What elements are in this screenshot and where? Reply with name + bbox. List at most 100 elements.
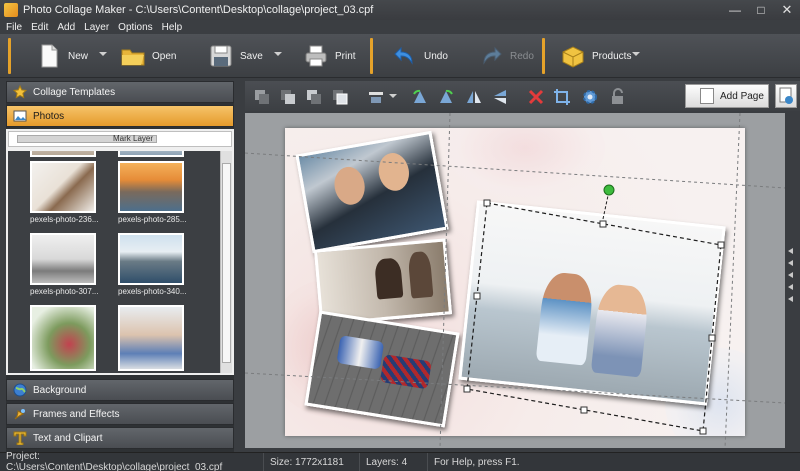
menu-help[interactable]: Help: [162, 22, 183, 33]
frames-effects-header[interactable]: Frames and Effects: [6, 403, 234, 425]
photo-figure: [336, 335, 385, 370]
rotate-left-icon[interactable]: [411, 88, 429, 106]
photos-icon: [13, 110, 27, 122]
photos-header[interactable]: Photos: [6, 105, 234, 127]
arrow-left-icon[interactable]: [788, 248, 793, 254]
collage-templates-header[interactable]: Collage Templates: [6, 81, 234, 103]
open-button[interactable]: Open: [120, 40, 176, 72]
toolbar-separator: [8, 38, 11, 74]
add-page-icon: [700, 88, 714, 104]
status-size: Size: 1772x1181: [264, 452, 360, 471]
redo-label: Redo: [510, 50, 534, 62]
new-dropdown-arrow[interactable]: [99, 52, 107, 56]
close-button[interactable]: ✕: [774, 0, 800, 20]
photo-figure: [379, 354, 432, 390]
new-document-icon: [41, 44, 58, 68]
undo-icon: [394, 46, 413, 65]
text-clipart-label: Text and Clipart: [33, 432, 103, 444]
photo-figure: [407, 250, 434, 299]
collage-workspace[interactable]: [245, 113, 785, 448]
status-bar: Project: C:\Users\Content\Desktop\collag…: [0, 451, 800, 471]
photos-label: Photos: [33, 110, 65, 122]
thumbnail-item[interactable]: pexels-photo-307...: [30, 233, 100, 296]
arrow-left-icon[interactable]: [788, 272, 793, 278]
align-icon[interactable]: [367, 88, 385, 106]
left-panel: Collage Templates Photos Mark Layer pexe…: [6, 81, 234, 453]
products-button[interactable]: Products: [560, 40, 631, 72]
save-label: Save: [240, 50, 263, 62]
delete-icon[interactable]: [527, 88, 545, 106]
status-help: For Help, press F1.: [434, 456, 520, 468]
thumbnail-top-right-partial[interactable]: [118, 151, 188, 157]
open-label: Open: [152, 50, 177, 62]
add-page-button[interactable]: Add Page: [685, 84, 769, 108]
photo-face: [375, 150, 412, 194]
thumbnail-item[interactable]: [118, 305, 188, 371]
bring-forward-icon[interactable]: [279, 88, 297, 106]
settings-gear-icon[interactable]: [581, 88, 599, 106]
send-backward-icon[interactable]: [305, 88, 323, 106]
products-label: Products: [592, 50, 632, 62]
title-bar: Photo Collage Maker - C:\Users\Content\D…: [0, 0, 800, 20]
menu-edit[interactable]: Edit: [31, 22, 48, 33]
undo-label: Undo: [424, 50, 448, 62]
rotate-right-icon[interactable]: [437, 88, 455, 106]
products-dropdown-arrow[interactable]: [632, 52, 640, 56]
flip-vertical-icon[interactable]: [491, 88, 509, 106]
redo-icon: [483, 46, 502, 65]
arrow-left-icon[interactable]: [788, 284, 793, 290]
frames-effects-label: Frames and Effects: [33, 408, 120, 420]
new-label: New: [68, 50, 89, 62]
thumbnail-item[interactable]: pexels-photo-285...: [118, 161, 188, 224]
background-header[interactable]: Background: [6, 379, 234, 401]
menu-add[interactable]: Add: [57, 22, 75, 33]
print-label: Print: [335, 50, 356, 62]
thumbnail-item[interactable]: [30, 305, 100, 371]
thumbnail-caption: pexels-photo-236...: [30, 215, 99, 224]
products-box-icon: [562, 46, 584, 68]
crop-icon[interactable]: [553, 88, 571, 106]
minimize-button[interactable]: —: [722, 0, 748, 20]
scrollbar-thumb[interactable]: [222, 163, 231, 363]
text-clipart-header[interactable]: Text and Clipart: [6, 427, 234, 449]
photos-browser: Mark Layer pexels-photo-236... pexels-ph…: [6, 129, 234, 375]
thumbnail-image: [118, 305, 184, 371]
redo-button[interactable]: Redo: [478, 40, 534, 72]
maximize-button[interactable]: □: [748, 0, 774, 20]
save-button[interactable]: Save: [208, 40, 263, 72]
menu-options[interactable]: Options: [118, 22, 152, 33]
right-edge-arrows: [785, 113, 800, 448]
save-dropdown-arrow[interactable]: [274, 52, 282, 56]
open-folder-icon: [121, 49, 145, 66]
new-button[interactable]: New: [36, 40, 88, 72]
undo-button[interactable]: Undo: [392, 40, 448, 72]
thumbnail-image: [118, 161, 184, 213]
align-dropdown-arrow[interactable]: [389, 94, 397, 98]
thumbnail-image: [30, 151, 96, 157]
thumbnail-item[interactable]: pexels-photo-236...: [30, 161, 100, 224]
status-layers: Layers: 4: [360, 452, 428, 471]
send-to-back-icon[interactable]: [253, 88, 271, 106]
arrow-left-icon[interactable]: [788, 296, 793, 302]
arrow-left-icon[interactable]: [788, 260, 793, 266]
printer-icon: [305, 45, 327, 67]
photo-figure: [535, 270, 595, 366]
editor-toolbar: Add Page: [245, 81, 800, 111]
collage-photo-beach-selected[interactable]: [458, 200, 726, 406]
thumbnail-image: [30, 161, 96, 213]
thumbnail-top-left-partial[interactable]: [30, 151, 100, 157]
print-button[interactable]: Print: [303, 40, 356, 72]
menu-layer[interactable]: Layer: [84, 22, 109, 33]
flip-horizontal-icon[interactable]: [465, 88, 483, 106]
text-t-icon: [13, 431, 27, 445]
thumbnail-caption: pexels-photo-307...: [30, 287, 99, 296]
folder-scrollbar[interactable]: Mark Layer: [8, 131, 232, 147]
lock-icon[interactable]: [609, 88, 627, 106]
bring-to-front-icon[interactable]: [331, 88, 349, 106]
thumbnail-image: [30, 233, 96, 285]
thumbnail-item[interactable]: pexels-photo-340...: [118, 233, 188, 296]
thumbnail-scrollbar[interactable]: [220, 151, 232, 373]
menu-file[interactable]: File: [6, 22, 22, 33]
page-settings-button[interactable]: [775, 84, 797, 108]
window-title: Photo Collage Maker - C:\Users\Content\D…: [23, 4, 374, 16]
